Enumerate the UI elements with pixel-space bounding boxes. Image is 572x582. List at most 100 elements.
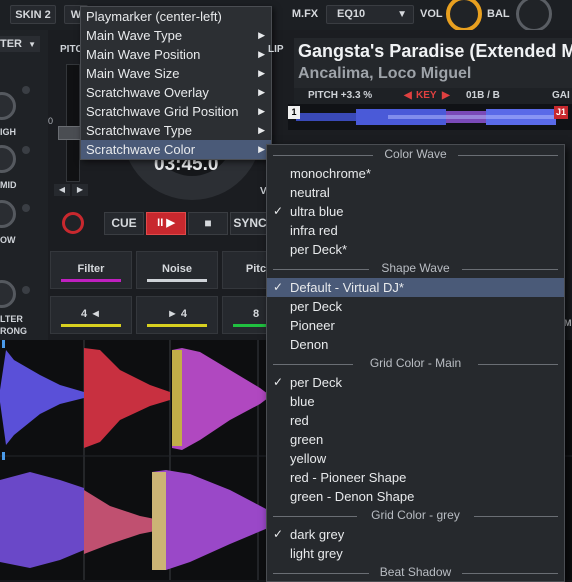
option-denon[interactable]: Denon	[267, 335, 564, 354]
pad-color-bar	[147, 279, 207, 282]
menu-item-label: Main Wave Size	[86, 66, 180, 81]
overview-waveform-graphic	[288, 104, 572, 130]
option-monochrome[interactable]: monochrome*	[267, 164, 564, 183]
pitch-right-arrow-icon[interactable]: ▶	[72, 184, 88, 196]
cue-marker-j1[interactable]: J1	[554, 106, 568, 119]
option-label: per Deck	[290, 375, 343, 390]
eq-kill-dot[interactable]	[22, 204, 30, 212]
section-header-grid-color-grey: Grid Color - grey	[267, 506, 564, 525]
balance-knob[interactable]	[516, 0, 552, 32]
option-dark-grey[interactable]: ✓ dark grey	[267, 525, 564, 544]
pad-label: ► 4	[166, 308, 188, 320]
menu-item-main-wave-type[interactable]: Main Wave Type ▶	[81, 26, 271, 45]
option-label: infra red	[290, 223, 338, 238]
option-label: Denon	[290, 337, 329, 352]
track-info: Gangsta's Paradise (Extended M Ancalima,…	[294, 38, 572, 88]
pad-color-bar	[61, 324, 121, 327]
cue-marker-1[interactable]: 1	[288, 106, 300, 119]
checkmark-icon: ✓	[273, 280, 284, 294]
pad-color-bar	[147, 324, 207, 327]
chevron-down-icon: ▼	[28, 40, 36, 49]
option-per-deck-shape[interactable]: per Deck	[267, 297, 564, 316]
option-grid-per-deck[interactable]: ✓ per Deck	[267, 373, 564, 392]
eq-select[interactable]: EQ10 ▼	[326, 5, 414, 24]
menu-item-scratchwave-overlay[interactable]: Scratchwave Overlay ▶	[81, 83, 271, 102]
deck-info-bar: PITCH +3.3 % ◀ KEY ▶ 01B / B GAI	[294, 88, 572, 104]
submenu-arrow-icon: ▶	[258, 68, 265, 78]
balance-label: BAL	[487, 8, 510, 20]
pad-filter[interactable]: Filter	[50, 251, 132, 289]
eq-kill-dot[interactable]	[22, 86, 30, 94]
eq-kill-dot[interactable]	[22, 146, 30, 154]
pitch-slider-track[interactable]	[66, 64, 80, 182]
option-label: blue	[290, 394, 315, 409]
option-light-grey[interactable]: light grey	[267, 544, 564, 563]
option-neutral[interactable]: neutral	[267, 183, 564, 202]
pad-loop-forward[interactable]: ► 4	[136, 296, 218, 334]
submenu-arrow-icon: ▶	[258, 87, 265, 97]
option-label: light grey	[290, 546, 343, 561]
option-grid-yellow[interactable]: yellow	[267, 449, 564, 468]
section-header-beat-shadow: Beat Shadow	[267, 563, 564, 581]
section-header-color-wave: Color Wave	[267, 145, 564, 164]
stop-button[interactable]: ■	[188, 212, 228, 235]
option-grid-blue[interactable]: blue	[267, 392, 564, 411]
pad-label: 8	[252, 308, 260, 320]
menu-item-main-wave-size[interactable]: Main Wave Size ▶	[81, 64, 271, 83]
sync-button[interactable]: SYNC	[230, 212, 270, 235]
menu-item-scratchwave-type[interactable]: Scratchwave Type ▶	[81, 121, 271, 140]
option-grid-green-denon[interactable]: green - Denon Shape	[267, 487, 564, 506]
pad-color-bar	[61, 279, 121, 282]
section-title: Grid Color - Main	[363, 356, 468, 370]
option-ultra-blue[interactable]: ✓ ultra blue	[267, 202, 564, 221]
menu-item-label: Scratchwave Grid Position	[86, 104, 239, 119]
skin-2-button[interactable]: SKIN 2	[10, 5, 56, 24]
menu-item-main-wave-position[interactable]: Main Wave Position ▶	[81, 45, 271, 64]
option-label: Pioneer	[290, 318, 335, 333]
section-header-grid-color-main: Grid Color - Main	[267, 354, 564, 373]
pad-label: 4 ◄	[80, 308, 102, 320]
display-options-menu: Playmarker (center-left) Main Wave Type ▶…	[80, 6, 272, 160]
section-title: Beat Shadow	[373, 565, 458, 579]
volume-knob[interactable]	[446, 0, 482, 32]
checkmark-icon: ✓	[273, 527, 284, 541]
record-icon[interactable]	[62, 212, 84, 234]
cue-button[interactable]: CUE	[104, 212, 144, 235]
track-artist: Ancalima, Loco Miguel	[298, 65, 472, 82]
menu-item-scratchwave-color[interactable]: Scratchwave Color ▶	[81, 140, 271, 159]
key-left-arrow-icon[interactable]: ◀	[404, 90, 412, 101]
pitch-zero-mark: 0	[48, 116, 54, 126]
option-label: monochrome*	[290, 166, 371, 181]
section-header-shape-wave: Shape Wave	[267, 259, 564, 278]
option-label: yellow	[290, 451, 327, 466]
menu-item-playmarker[interactable]: Playmarker (center-left)	[81, 7, 271, 26]
pad-label: Filter	[77, 263, 105, 275]
menu-item-scratchwave-grid-position[interactable]: Scratchwave Grid Position ▶	[81, 102, 271, 121]
play-pause-button[interactable]: II ▶	[146, 212, 186, 235]
key-right-arrow-icon[interactable]: ▶	[442, 90, 450, 101]
option-grid-green[interactable]: green	[267, 430, 564, 449]
menu-item-label: Scratchwave Overlay	[86, 85, 209, 100]
pad-noise[interactable]: Noise	[136, 251, 218, 289]
section-title: Grid Color - grey	[365, 508, 466, 522]
key-label: KEY	[416, 90, 437, 101]
pitch-left-arrow-icon[interactable]: ◀	[54, 184, 70, 196]
option-default-virtual-dj[interactable]: ✓ Default - Virtual DJ*	[267, 278, 564, 297]
filter-select[interactable]: TER ▼	[0, 36, 40, 52]
option-pioneer[interactable]: Pioneer	[267, 316, 564, 335]
pad-label: Pitc	[245, 263, 267, 275]
option-infra-red[interactable]: infra red	[267, 221, 564, 240]
option-grid-red[interactable]: red	[267, 411, 564, 430]
option-per-deck-color[interactable]: per Deck*	[267, 240, 564, 259]
option-grid-red-pioneer[interactable]: red - Pioneer Shape	[267, 468, 564, 487]
section-title: Shape Wave	[375, 261, 456, 275]
checkmark-icon: ✓	[273, 204, 284, 218]
m-label: M	[564, 318, 572, 328]
menu-item-label: Scratchwave Color	[86, 142, 196, 157]
filter-kill-dot[interactable]	[22, 286, 30, 294]
pad-loop-back[interactable]: 4 ◄	[50, 296, 132, 334]
checkmark-icon: ✓	[273, 375, 284, 389]
option-label: per Deck*	[290, 242, 348, 257]
eq-select-value: EQ10	[337, 8, 366, 20]
track-overview-waveform[interactable]: 1 J1	[288, 104, 572, 130]
